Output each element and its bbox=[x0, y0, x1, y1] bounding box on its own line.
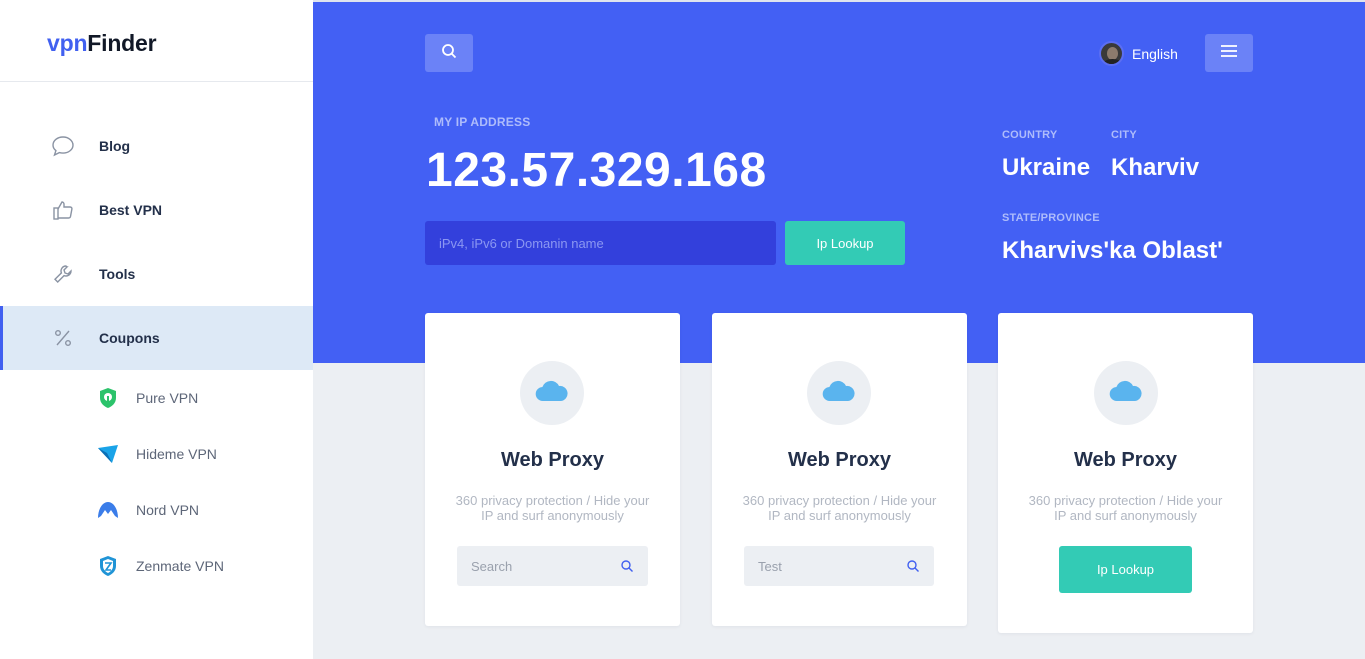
cloud-icon bbox=[1109, 380, 1143, 407]
sidebar-item-label: Coupons bbox=[99, 330, 160, 346]
logo-bar: vpnFinder bbox=[0, 0, 313, 82]
search-icon[interactable] bbox=[906, 559, 920, 573]
web-proxy-card: Web Proxy 360 privacy protection / Hide … bbox=[998, 313, 1253, 633]
sidebar-item-best-vpn[interactable]: Best VPN bbox=[0, 178, 313, 242]
card-title: Web Proxy bbox=[1074, 449, 1177, 471]
sidebar-subitem-nord-vpn[interactable]: Nord VPN bbox=[0, 482, 313, 538]
card-ip-lookup-button[interactable]: Ip Lookup bbox=[1059, 546, 1192, 593]
logo-text: Finder bbox=[87, 30, 157, 56]
sidebar-item-label: Blog bbox=[99, 138, 131, 154]
sidebar-item-tools[interactable]: Tools bbox=[0, 242, 313, 306]
search-button[interactable] bbox=[425, 34, 473, 72]
card-description: 360 privacy protection / Hide your IP an… bbox=[1028, 493, 1223, 523]
language-selector[interactable]: English bbox=[1099, 41, 1178, 66]
search-icon[interactable] bbox=[620, 559, 634, 573]
sidebar-item-label: Tools bbox=[99, 266, 136, 282]
card-description: 360 privacy protection / Hide your IP an… bbox=[455, 493, 650, 523]
state-caption: STATE/PROVINCE bbox=[1002, 212, 1100, 224]
sidebar-nav: Blog Best VPN Tools Coupons Pure VPN Hid… bbox=[0, 114, 313, 594]
thumbs-up-icon bbox=[50, 197, 76, 223]
sidebar-subitem-hideme-vpn[interactable]: Hideme VPN bbox=[0, 426, 313, 482]
sidebar-item-blog[interactable]: Blog bbox=[0, 114, 313, 178]
country-caption: COUNTRY bbox=[1002, 129, 1058, 141]
cloud-icon-circle bbox=[1094, 361, 1158, 425]
sidebar-subitem-label: Zenmate VPN bbox=[136, 558, 224, 574]
percent-icon bbox=[50, 325, 76, 351]
search-icon bbox=[441, 43, 457, 64]
sidebar: vpnFinder Blog Best VPN Tools Coupons Pu… bbox=[0, 0, 313, 659]
avatar bbox=[1099, 41, 1124, 66]
cloud-icon bbox=[535, 380, 569, 407]
logo[interactable]: vpnFinder bbox=[47, 30, 313, 57]
cloud-icon-circle bbox=[807, 361, 871, 425]
sidebar-subitem-label: Pure VPN bbox=[136, 390, 199, 406]
ip-caption: MY IP ADDRESS bbox=[434, 115, 531, 129]
logo-accent-text: vpn bbox=[47, 30, 88, 56]
wrench-icon bbox=[50, 261, 76, 287]
web-proxy-card: Web Proxy 360 privacy protection / Hide … bbox=[425, 313, 680, 626]
ip-lookup-input[interactable] bbox=[425, 221, 776, 265]
card-search-field bbox=[457, 546, 648, 586]
card-description: 360 privacy protection / Hide your IP an… bbox=[742, 493, 937, 523]
hamburger-menu-icon bbox=[1220, 44, 1238, 63]
state-value: Kharvivs'ka Oblast' bbox=[1002, 237, 1223, 264]
city-caption: CITY bbox=[1111, 129, 1137, 141]
card-title: Web Proxy bbox=[788, 449, 891, 471]
city-value: Kharviv bbox=[1111, 154, 1200, 181]
purevpn-logo-icon bbox=[96, 386, 120, 410]
language-label: English bbox=[1132, 45, 1178, 62]
chat-bubble-icon bbox=[50, 133, 76, 159]
ip-address-value: 123.57.329.168 bbox=[426, 144, 767, 197]
sidebar-item-label: Best VPN bbox=[99, 202, 163, 218]
zenmate-logo-icon bbox=[96, 554, 120, 578]
menu-button[interactable] bbox=[1205, 34, 1253, 72]
nordvpn-logo-icon bbox=[96, 498, 120, 522]
ip-lookup-button[interactable]: Ip Lookup bbox=[785, 221, 905, 265]
sidebar-item-coupons[interactable]: Coupons bbox=[0, 306, 313, 370]
sidebar-subitem-pure-vpn[interactable]: Pure VPN bbox=[0, 370, 313, 426]
sidebar-subitem-label: Nord VPN bbox=[136, 502, 200, 518]
card-search-field bbox=[744, 546, 934, 586]
card-title: Web Proxy bbox=[501, 449, 604, 471]
hideme-logo-icon bbox=[96, 442, 120, 466]
cloud-icon-circle bbox=[520, 361, 584, 425]
sidebar-subitem-zenmate-vpn[interactable]: Zenmate VPN bbox=[0, 538, 313, 594]
sidebar-subitem-label: Hideme VPN bbox=[136, 446, 217, 462]
web-proxy-card: Web Proxy 360 privacy protection / Hide … bbox=[712, 313, 967, 626]
cloud-icon bbox=[822, 380, 856, 407]
country-value: Ukraine bbox=[1002, 154, 1091, 181]
coupons-submenu: Pure VPN Hideme VPN Nord VPN Zenmate VPN bbox=[0, 370, 313, 594]
